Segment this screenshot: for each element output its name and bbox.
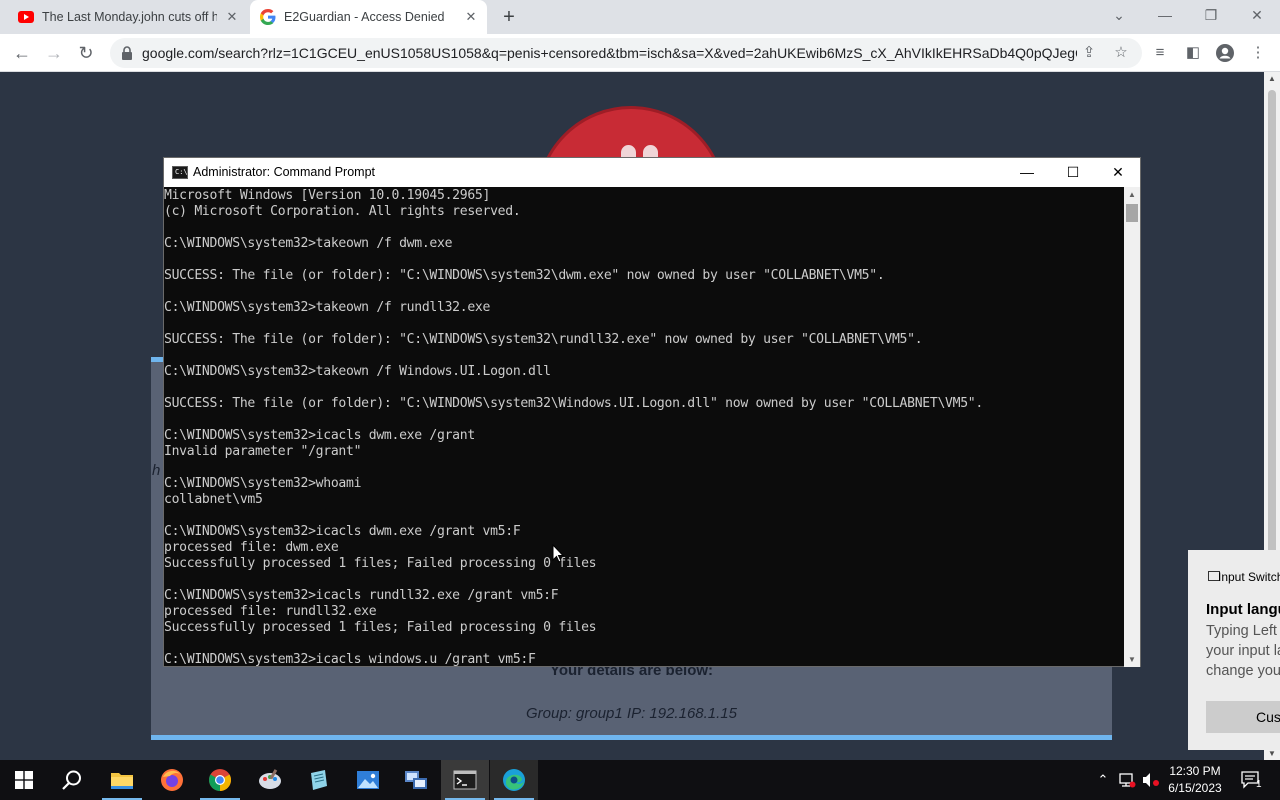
address-bar[interactable]: google.com/search?rlz=1C1GCEU_enUS1058US… — [110, 38, 1142, 68]
console-line: C:\WINDOWS\system32>icacls rundll32.exe … — [164, 588, 559, 603]
cmd-close-button[interactable]: ✕ — [1095, 158, 1141, 187]
clock-time: 12:30 PM — [1169, 764, 1221, 778]
scroll-down-icon[interactable]: ▼ — [1124, 655, 1140, 664]
close-tab-icon[interactable]: ✕ — [463, 9, 479, 25]
console-line: Microsoft Windows [Version 10.0.19045.29… — [164, 188, 491, 203]
console-line: C:\WINDOWS\system32>takeown /f dwm.exe — [164, 236, 453, 251]
console-line: C:\WINDOWS\system32>icacls dwm.exe /gran… — [164, 428, 475, 443]
console-line: (c) Microsoft Corporation. All rights re… — [164, 204, 521, 219]
edge-icon[interactable] — [490, 760, 538, 800]
tab-title: E2Guardian - Access Denied — [284, 10, 445, 24]
console-line: C:\WINDOWS\system32>takeown /f rundll32.… — [164, 300, 491, 315]
console-line: SUCCESS: The file (or folder): "C:\WINDO… — [164, 396, 983, 411]
command-prompt-window[interactable]: C:\ Administrator: Command Prompt — ☐ ✕ … — [163, 157, 1141, 667]
minimize-window-button[interactable]: — — [1142, 0, 1188, 32]
bookmark-star-icon[interactable]: ☆ — [1112, 44, 1130, 62]
cmd-scrollbar[interactable]: ▲ ▼ — [1124, 187, 1140, 667]
tab-e2guardian[interactable]: E2Guardian - Access Denied ✕ — [250, 0, 487, 34]
chrome-icon[interactable] — [196, 760, 244, 800]
cmd-minimize-button[interactable]: — — [1004, 158, 1050, 187]
console-line: C:\WINDOWS\system32>icacls windows.u /gr… — [164, 652, 536, 667]
paint-icon[interactable] — [246, 760, 294, 800]
clock-date: 6/15/2023 — [1168, 781, 1222, 795]
cmd-title: Administrator: Command Prompt — [193, 165, 376, 179]
toast-header: Input Switch — [1218, 570, 1280, 584]
action-center-icon[interactable]: 1 — [1234, 760, 1268, 800]
console-line: processed file: dwm.exe — [164, 540, 339, 555]
network-app-icon[interactable] — [392, 760, 440, 800]
menu-kebab-icon[interactable]: ⋮ — [1248, 43, 1268, 63]
scroll-up-icon[interactable]: ▲ — [1124, 190, 1140, 199]
console-line: C:\WINDOWS\system32>whoami — [164, 476, 362, 491]
cmd-title-bar[interactable]: C:\ Administrator: Command Prompt — ☐ ✕ — [164, 158, 1140, 187]
close-window-button[interactable]: ✕ — [1234, 0, 1280, 32]
network-status-icon[interactable] — [1116, 760, 1138, 800]
command-prompt-icon[interactable] — [441, 760, 489, 800]
scroll-down-icon[interactable]: ▼ — [1264, 749, 1280, 758]
toast-body: Typing Left Alt+Shift switches your inpu… — [1206, 623, 1280, 679]
notification-count: 1 — [1256, 779, 1262, 790]
back-button[interactable]: ← — [10, 41, 34, 65]
tab-youtube[interactable]: The Last Monday.john cuts off his ✕ — [8, 0, 248, 34]
side-panel-icon[interactable]: ◧ — [1183, 43, 1203, 63]
console-line: C:\WINDOWS\system32>takeown /f Windows.U… — [164, 364, 551, 379]
forward-button[interactable]: → — [42, 41, 66, 65]
customize-button[interactable]: Customize — [1206, 701, 1280, 733]
cmd-console-output[interactable]: Microsoft Windows [Version 10.0.19045.29… — [164, 187, 1124, 667]
console-line: Invalid parameter "/grant" — [164, 444, 362, 459]
search-icon[interactable] — [48, 760, 96, 800]
input-switch-notification[interactable]: Input Switch Input language Typing Left … — [1188, 550, 1280, 750]
file-explorer-icon[interactable] — [98, 760, 146, 800]
show-hidden-icons-icon[interactable]: ⌃ — [1094, 760, 1112, 800]
notepad-icon[interactable] — [294, 760, 342, 800]
cmd-scroll-thumb[interactable] — [1126, 204, 1138, 222]
tab-title: The Last Monday.john cuts off his — [42, 10, 217, 24]
system-clock[interactable]: 12:30 PM 6/15/2023 — [1162, 763, 1228, 797]
profile-avatar-icon[interactable] — [1215, 43, 1235, 63]
google-icon — [260, 9, 276, 25]
console-line: Successfully processed 1 files; Failed p… — [164, 620, 597, 635]
cmd-maximize-button[interactable]: ☐ — [1050, 158, 1096, 187]
start-button[interactable] — [0, 760, 48, 800]
console-line: processed file: rundll32.exe — [164, 604, 377, 619]
volume-muted-icon[interactable] — [1140, 760, 1162, 800]
console-line: collabnet\vm5 — [164, 492, 263, 507]
share-icon[interactable]: ⇪ — [1080, 44, 1098, 62]
card-text-fragment: h — [152, 462, 161, 479]
browser-toolbar: ← → ↻ google.com/search?rlz=1C1GCEU_enUS… — [0, 34, 1280, 72]
photos-icon[interactable] — [344, 760, 392, 800]
group-ip-line: Group: group1 IP: 192.168.1.15 — [526, 705, 737, 722]
toast-title: Input language — [1206, 601, 1280, 618]
reading-list-icon[interactable]: ≡ — [1150, 43, 1170, 63]
tab-strip: The Last Monday.john cuts off his ✕ E2Gu… — [0, 0, 1280, 34]
lock-icon[interactable] — [120, 45, 136, 61]
mouse-pointer-icon — [552, 543, 565, 564]
reload-button[interactable]: ↻ — [74, 41, 98, 65]
restore-window-button[interactable]: ❐ — [1188, 0, 1234, 32]
cmd-window-icon: C:\ — [172, 166, 188, 179]
firefox-icon[interactable] — [148, 760, 196, 800]
console-line: Successfully processed 1 files; Failed p… — [164, 556, 597, 571]
console-line: C:\WINDOWS\system32>icacls dwm.exe /gran… — [164, 524, 521, 539]
console-line: SUCCESS: The file (or folder): "C:\WINDO… — [164, 332, 923, 347]
tab-search-icon[interactable]: ⌄ — [1096, 0, 1142, 32]
scroll-up-icon[interactable]: ▲ — [1264, 74, 1280, 83]
windows-taskbar: ⌃ 12:30 PM 6/15/2023 1 — [0, 760, 1280, 800]
console-line: SUCCESS: The file (or folder): "C:\WINDO… — [164, 268, 885, 283]
new-tab-button[interactable]: + — [498, 7, 520, 29]
url-text[interactable]: google.com/search?rlz=1C1GCEU_enUS1058US… — [142, 45, 1077, 61]
youtube-icon — [18, 9, 34, 25]
close-tab-icon[interactable]: ✕ — [224, 9, 240, 25]
